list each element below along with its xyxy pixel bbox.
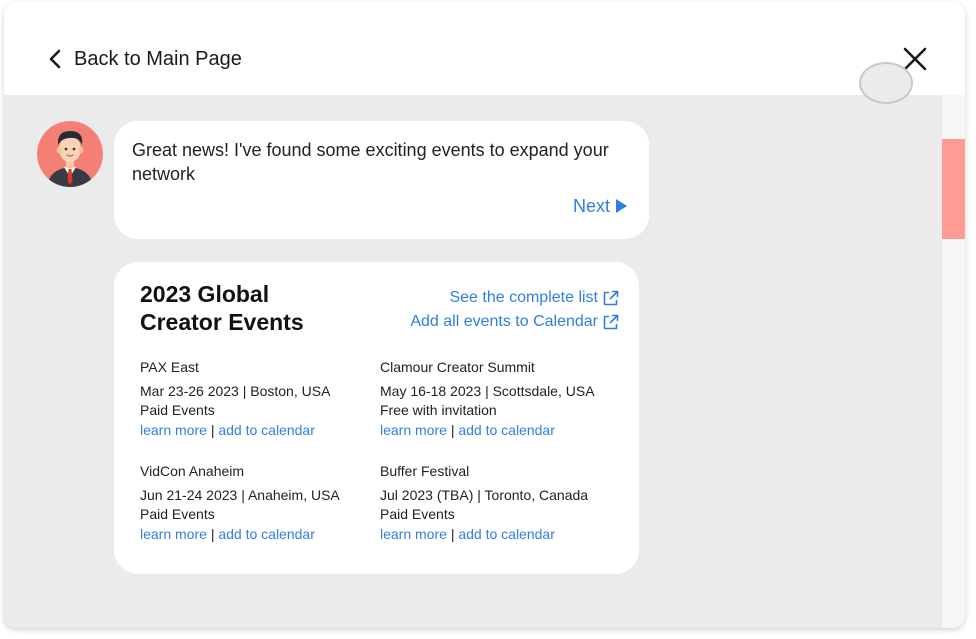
user-avatar-partial [859, 62, 913, 104]
event-type: Free with invitation [380, 402, 497, 418]
event-details: Mar 23-26 2023 | Boston, USA [140, 382, 331, 399]
play-triangle-icon [616, 199, 627, 213]
link-separator: | [210, 421, 215, 438]
learn-more-link[interactable]: learn more [140, 422, 207, 438]
learn-more-link[interactable]: learn more [380, 526, 447, 542]
see-complete-list-link[interactable]: See the complete list [410, 286, 619, 310]
card-actions: See the complete list Add all events to … [410, 286, 619, 334]
event-type: Paid Events [140, 402, 215, 418]
add-all-to-calendar-label: Add all events to Calendar [410, 313, 598, 330]
event-links: learn more | add to calendar [380, 421, 610, 441]
event-item-vidcon-anaheim: VidCon Anaheim Jun 21-24 2023 | Anaheim,… [140, 462, 370, 544]
card-title: 2023 Global Creator Events [140, 281, 304, 335]
assistant-message-bubble: Great news! I've found some exciting eve… [114, 121, 649, 239]
event-item-pax-east: PAX East Mar 23-26 2023 | Boston, USA Pa… [140, 358, 370, 440]
add-to-calendar-link[interactable]: add to calendar [218, 526, 315, 542]
back-button[interactable]: Back to Main Page [48, 46, 242, 72]
link-separator: | [450, 421, 455, 438]
header: Back to Main Page [4, 2, 965, 95]
add-all-to-calendar-link[interactable]: Add all events to Calendar [410, 310, 619, 334]
assistant-message-text: Great news! I've found some exciting eve… [132, 140, 609, 184]
event-details: Jun 21-24 2023 | Anaheim, USA [140, 486, 340, 503]
back-label: Back to Main Page [74, 48, 242, 70]
next-label: Next [572, 196, 610, 216]
event-name: VidCon Anaheim [140, 463, 245, 479]
see-complete-list-label: See the complete list [449, 289, 598, 306]
avatar-illustration-icon [37, 121, 103, 187]
event-name: Buffer Festival [380, 463, 470, 479]
event-name: Clamour Creator Summit [380, 359, 535, 375]
event-links: learn more | add to calendar [380, 525, 610, 545]
add-to-calendar-link[interactable]: add to calendar [458, 422, 555, 438]
scrollbar-thumb[interactable] [942, 139, 965, 239]
event-details: May 16-18 2023 | Scottsdale, USA [380, 382, 595, 399]
event-name: PAX East [140, 359, 199, 375]
add-to-calendar-link[interactable]: add to calendar [218, 422, 315, 438]
learn-more-link[interactable]: learn more [380, 422, 447, 438]
events-card: 2023 Global Creator Events See the compl… [114, 262, 639, 574]
assistant-avatar [37, 121, 103, 187]
chevron-left-icon [49, 49, 61, 69]
event-links: learn more | add to calendar [140, 525, 370, 545]
add-to-calendar-link[interactable]: add to calendar [458, 526, 555, 542]
event-details: Jul 2023 (TBA) | Toronto, Canada [380, 486, 589, 503]
event-type: Paid Events [380, 506, 455, 522]
event-type: Paid Events [140, 506, 215, 522]
learn-more-link[interactable]: learn more [140, 526, 207, 542]
event-item-buffer-festival: Buffer Festival Jul 2023 (TBA) | Toronto… [380, 462, 610, 544]
next-button[interactable]: Next [573, 194, 627, 218]
chat-window: Back to Main Page Great news! I've found… [4, 2, 965, 628]
link-separator: | [210, 525, 215, 542]
external-link-icon [603, 290, 619, 305]
event-links: learn more | add to calendar [140, 421, 370, 441]
link-separator: | [450, 525, 455, 542]
external-link-icon [603, 314, 619, 329]
event-item-clamour-creator-summit: Clamour Creator Summit May 16-18 2023 | … [380, 358, 610, 440]
